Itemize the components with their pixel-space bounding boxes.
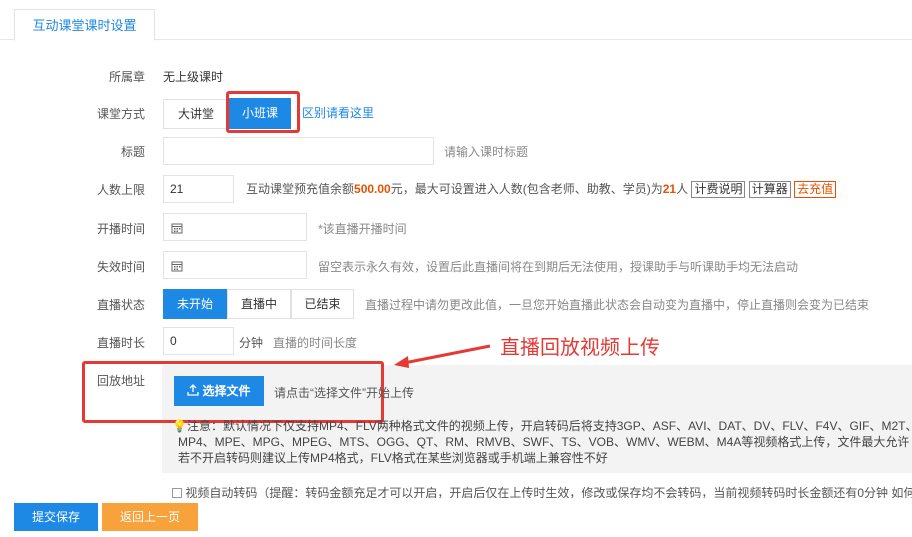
- submit-button[interactable]: 提交保存: [14, 503, 98, 531]
- tab-lesson-settings[interactable]: 互动课堂课时设置: [14, 9, 155, 41]
- capacity-hint-suffix: 人: [676, 182, 689, 196]
- highlight-box-mode: [226, 91, 300, 133]
- chapter-value: 无上级课时: [163, 70, 224, 84]
- capacity-input[interactable]: 21: [163, 175, 234, 203]
- calculator-button[interactable]: 计算器: [748, 181, 791, 198]
- capacity-hint-mid: 元，最大可设置进入人数(包含老师、助教、学员)为: [390, 182, 663, 196]
- calendar-icon: [171, 223, 183, 234]
- status-hint: 直播过程中请勿更改此值，一旦您开始直播此状态会自动变为直播中，停止直播则会变为已…: [365, 298, 870, 312]
- start-time-label: 开播时间: [96, 222, 145, 236]
- max-people: 21: [662, 182, 677, 196]
- status-ended[interactable]: 已结束: [291, 289, 354, 319]
- duration-unit: 分钟: [239, 336, 264, 350]
- title-input[interactable]: [163, 137, 434, 165]
- expire-time-label: 失效时间: [96, 260, 145, 274]
- mode-difference-link[interactable]: 区别请看这里: [302, 104, 374, 121]
- title-hint: 请输入课时标题: [444, 145, 529, 159]
- mode-option-lecture[interactable]: 大讲堂: [163, 99, 229, 129]
- duration-label: 直播时长: [96, 336, 145, 350]
- status-not-started[interactable]: 未开始: [163, 289, 227, 319]
- choose-file-hint: 请点击“选择文件”开始上传: [274, 386, 414, 400]
- capacity-hint: 互动课堂预充值余额500.00元，最大可设置进入人数(包含老师、助教、学员)为2…: [246, 180, 837, 198]
- auto-transcode-label: 视频自动转码（提醒：转码金额充足才可以开启，开启后仅在上传时生效，修改或保存均不…: [185, 486, 912, 498]
- capacity-hint-prefix: 互动课堂预充值余额: [246, 182, 355, 196]
- balance-amount: 500.00: [354, 182, 391, 196]
- upload-icon: [187, 384, 200, 396]
- choose-file-label: 选择文件: [202, 384, 251, 398]
- capacity-label: 人数上限: [96, 183, 145, 197]
- calendar-icon: [171, 261, 183, 272]
- upload-note: 💡注意：默认情况下仅支持MP4、FLV两种格式文件的视频上传，开启转码后将支持3…: [172, 418, 912, 466]
- start-time-hint: *该直播开播时间: [318, 222, 407, 236]
- duration-input[interactable]: 0: [163, 327, 234, 355]
- chapter-label: 所属章: [108, 70, 145, 84]
- lightbulb-icon: 💡: [172, 419, 187, 433]
- note-line-3: 若不开启转码则建议上传MP4格式，FLV格式在某些浏览器或手机端上兼容性不好: [178, 451, 608, 465]
- note-line-2: MP4、MPE、MPG、MPEG、MTS、OGG、QT、RM、RMVB、SWF、…: [178, 435, 910, 449]
- mode-label: 课堂方式: [96, 107, 145, 121]
- choose-file-button[interactable]: 选择文件: [174, 376, 264, 406]
- status-label: 直播状态: [96, 298, 145, 312]
- duration-hint: 直播的时间长度: [273, 336, 358, 350]
- expire-time-hint: 留空表示永久有效，设置后此直播间将在到期后无法使用，授课助手与听课助手均无法启动: [318, 260, 799, 274]
- back-button[interactable]: 返回上一页: [102, 503, 198, 531]
- start-time-input[interactable]: [163, 213, 307, 241]
- annotation-text: 直播回放视频上传: [500, 337, 660, 359]
- note-line-1: 注意：默认情况下仅支持MP4、FLV两种格式文件的视频上传，开启转码后将支持3G…: [186, 419, 912, 433]
- recharge-button[interactable]: 去充值: [794, 181, 837, 198]
- status-live[interactable]: 直播中: [227, 289, 291, 319]
- auto-transcode-checkbox[interactable]: [172, 488, 182, 498]
- expire-time-input[interactable]: [163, 251, 307, 279]
- fee-description-button[interactable]: 计费说明: [691, 181, 746, 198]
- title-label: 标题: [120, 145, 145, 159]
- auto-transcode-row: 视频自动转码（提醒：转码金额充足才可以开启，开启后仅在上传时生效，修改或保存均不…: [172, 484, 912, 498]
- annotation-arrow: [394, 344, 491, 368]
